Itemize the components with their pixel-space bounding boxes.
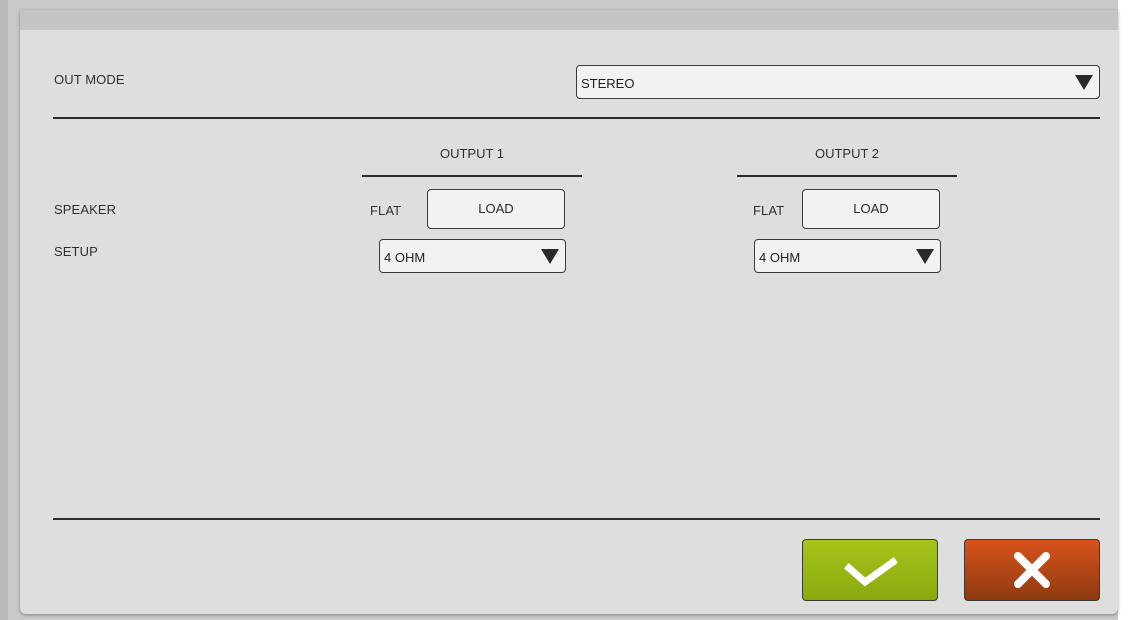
x-close-icon: [1014, 552, 1050, 588]
output-2-heading: OUTPUT 2: [814, 146, 880, 161]
output-2-heading-underline: [737, 175, 957, 177]
out-mode-value: STEREO: [581, 76, 635, 91]
backdrop-left-strip: [0, 0, 8, 620]
confirm-button[interactable]: [802, 539, 938, 601]
backdrop-right-strip: [1118, 0, 1132, 620]
out-mode-dropdown[interactable]: STEREO: [576, 65, 1100, 99]
speaker-label: SPEAKER: [54, 202, 117, 217]
output-2-impedance-value: 4 OHM: [759, 250, 801, 265]
output-1-impedance-value: 4 OHM: [384, 250, 426, 265]
dialog-top-bar: [20, 10, 1118, 30]
output-settings-dialog: OUT MODE STEREO OUTPUT 1 OUTPUT 2 SPEAKE…: [20, 10, 1118, 614]
triangle-down-icon: [541, 249, 559, 264]
output-1-flat-label: FLAT: [370, 203, 402, 218]
setup-label: SETUP: [54, 244, 98, 259]
triangle-down-icon: [916, 249, 934, 264]
output-1-load-button[interactable]: LOAD: [427, 189, 565, 229]
output-2-flat-label: FLAT: [753, 203, 785, 218]
cancel-button[interactable]: [964, 539, 1100, 601]
output-1-heading-underline: [362, 175, 582, 177]
triangle-down-icon: [1075, 75, 1093, 90]
checkmark-icon: [844, 557, 898, 587]
output-1-heading: OUTPUT 1: [439, 146, 505, 161]
output-1-impedance-dropdown[interactable]: 4 OHM: [379, 239, 566, 273]
out-mode-label: OUT MODE: [54, 72, 125, 87]
bottom-divider: [53, 518, 1100, 520]
top-divider: [53, 117, 1100, 119]
output-2-load-button[interactable]: LOAD: [802, 189, 940, 229]
output-2-impedance-dropdown[interactable]: 4 OHM: [754, 239, 941, 273]
